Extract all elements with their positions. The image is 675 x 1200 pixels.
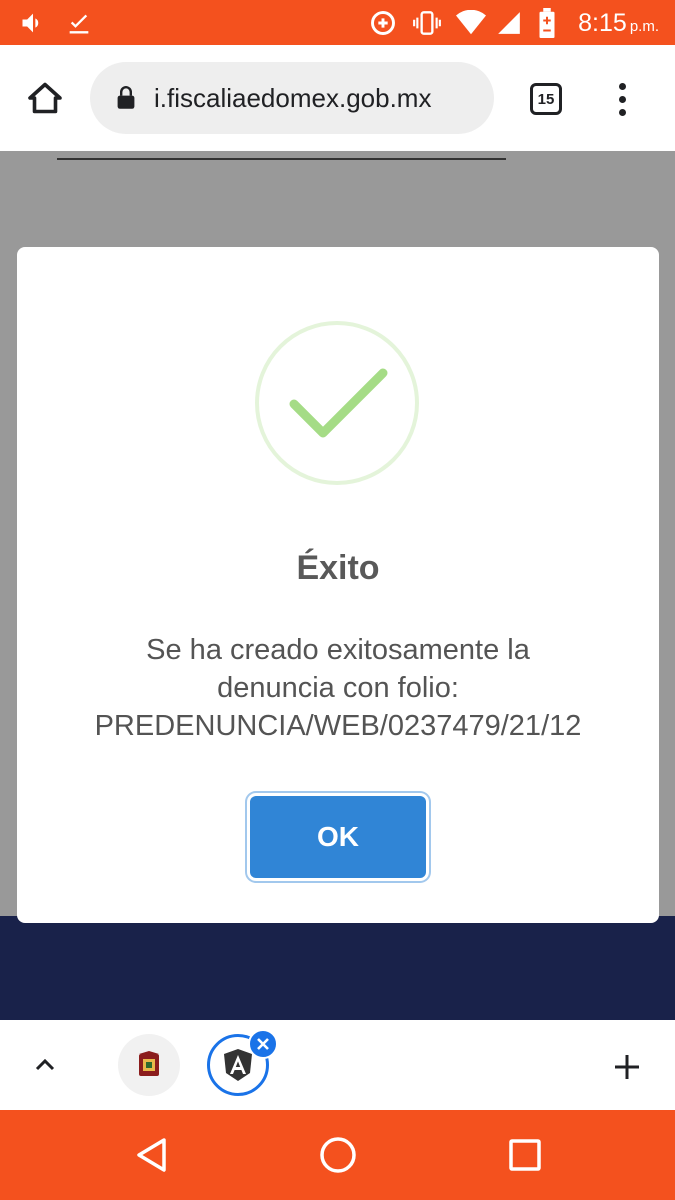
status-time: 8:15 p.m. [578,9,659,37]
dialog-title: Éxito [296,549,380,587]
close-tab-button[interactable] [248,1029,278,1059]
home-nav-button[interactable] [315,1132,361,1178]
close-icon [257,1038,269,1050]
wifi-icon [456,8,486,38]
checkmark-icon [289,368,388,438]
chevron-up-icon [35,1058,55,1071]
tab-switcher-button[interactable]: 15 [530,83,562,115]
tab-item[interactable] [118,1034,180,1096]
plus-icon [615,1055,639,1079]
volume-icon [18,8,48,38]
status-bar: 8:15 p.m. [0,0,675,45]
signal-icon [494,8,524,38]
back-triangle-icon [137,1138,166,1172]
message-line: Se ha creado exitosamente la [146,634,530,666]
vibrate-icon [412,8,442,38]
menu-dot [618,108,626,116]
data-saver-icon [368,8,398,38]
expand-tabs-button[interactable] [30,1050,60,1080]
folio-number: PREDENUNCIA/WEB/0237479/21/12 [94,710,582,742]
url-text: i.fiscaliaedomex.gob.mx [154,82,432,113]
menu-dot [618,82,626,90]
recents-square-icon [509,1139,541,1171]
download-done-icon [64,8,94,38]
angular-icon [224,1049,252,1081]
message-line: denuncia con folio: [217,672,459,704]
recents-button[interactable] [502,1132,548,1178]
tab-strip [0,1020,675,1110]
new-tab-button[interactable] [610,1050,644,1084]
browser-menu-button[interactable] [605,77,639,121]
battery-icon [532,8,562,38]
browser-toolbar: i.fiscaliaedomex.gob.mx 15 [0,45,675,152]
home-button[interactable] [22,77,68,119]
ok-button[interactable]: OK [250,796,426,878]
url-bar[interactable]: i.fiscaliaedomex.gob.mx [90,62,494,134]
menu-dot [618,95,626,103]
edomex-crest-icon [139,1051,159,1076]
home-icon [28,82,62,114]
lock-icon [114,84,138,112]
dialog-message: Se ha creado exitosamente la denuncia co… [37,631,639,745]
success-dialog: Éxito Se ha creado exitosamente la denun… [17,247,659,923]
back-button[interactable] [128,1132,174,1178]
navigation-bar [0,1110,675,1200]
home-circle-icon [320,1137,356,1173]
